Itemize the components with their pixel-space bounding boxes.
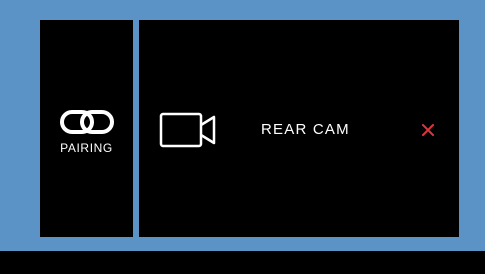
pairing-label: PAIRING <box>60 140 113 155</box>
chain-link-icon <box>59 109 114 134</box>
bottom-bar <box>0 251 485 274</box>
screen: PAIRING REAR CAM <box>0 0 485 274</box>
camera-label: REAR CAM <box>261 121 350 138</box>
camera-item[interactable]: REAR CAM <box>139 20 459 237</box>
video-camera-icon <box>159 112 216 148</box>
pairing-button[interactable]: PAIRING <box>40 20 133 237</box>
close-icon[interactable] <box>420 122 436 138</box>
